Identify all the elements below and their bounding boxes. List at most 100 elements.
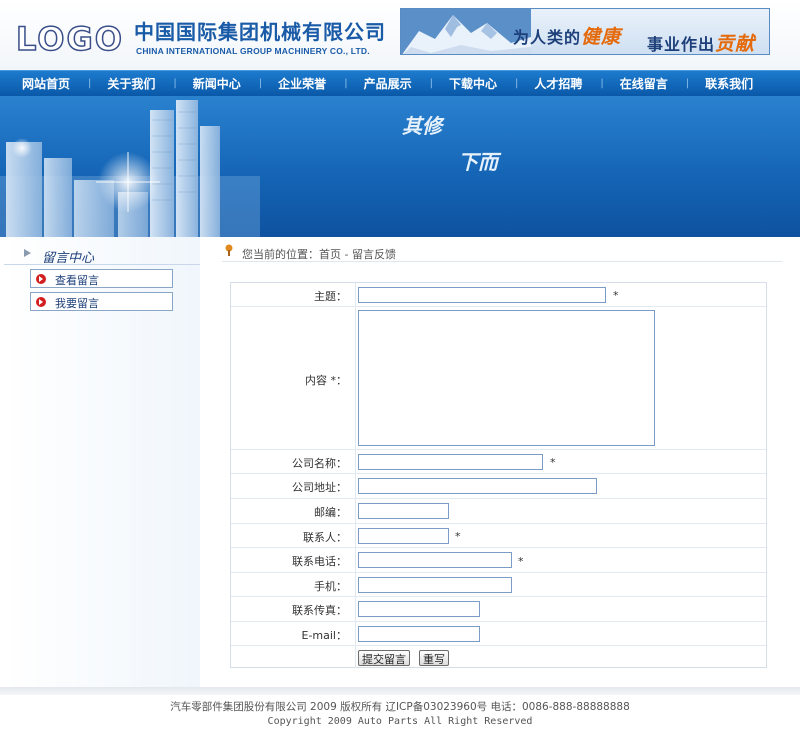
nav-news[interactable]: 新闻中心: [193, 75, 241, 92]
nav-honors[interactable]: 企业荣誉: [278, 75, 326, 92]
form-row-mobile: 手机：: [231, 573, 766, 597]
label-cell: [231, 646, 356, 668]
label-cell: 公司名称：: [231, 450, 356, 473]
nav-separator: |: [88, 78, 92, 89]
banner-slogan-2b: 贡献: [715, 33, 756, 55]
red-arrow-bullet-icon: [36, 297, 46, 307]
form-row-company: 公司名称： *: [231, 450, 766, 474]
breadcrumb-text: 您当前的位置：首页 - 留言反馈: [242, 248, 396, 261]
nav-separator: |: [600, 78, 604, 89]
mountain-image: [401, 9, 531, 54]
label-cell: 邮编：: [231, 499, 356, 523]
nav-products[interactable]: 产品展示: [364, 75, 412, 92]
sidebar-item-label: 查看留言: [55, 274, 99, 287]
header-banner: 为人类的健康 事业作出贡献: [400, 8, 770, 55]
required-mark: *: [613, 289, 619, 302]
subject-label: 主题：: [314, 290, 347, 303]
content-label: 内容 *：: [305, 374, 347, 387]
address-label: 公司地址：: [292, 481, 347, 494]
city-skyline-image: [0, 100, 260, 237]
sidebar-header: 留言中心: [4, 243, 200, 266]
reset-button[interactable]: 重写: [419, 650, 449, 666]
label-cell: 手机：: [231, 573, 356, 596]
sidebar-item-label: 我要留言: [55, 297, 99, 310]
nav-jobs[interactable]: 人才招聘: [534, 75, 582, 92]
hero-calligraphy-1: 其修: [402, 114, 442, 138]
hero-calligraphy-2: 下而: [458, 150, 498, 174]
site-logo[interactable]: LOGO: [14, 19, 122, 59]
sidebar: 留言中心 查看留言 我要留言: [4, 237, 200, 687]
subject-input[interactable]: [358, 287, 606, 303]
nav-separator: |: [685, 78, 690, 89]
submit-button[interactable]: 提交留言: [358, 650, 410, 666]
footer-copyright-en: Copyright 2009 Auto Parts All Right Rese…: [267, 716, 533, 727]
mobile-label: 手机：: [314, 580, 347, 593]
contact-input[interactable]: [358, 528, 449, 544]
location-pin-icon: [225, 244, 233, 256]
label-cell: 公司地址：: [231, 474, 356, 498]
form-row-zip: 邮编：: [231, 499, 766, 524]
company-name-cn: 中国国际集团机械有限公司: [134, 20, 386, 44]
banner-slogan-1a: 为人类的: [513, 28, 582, 47]
nav-about[interactable]: 关于我们: [107, 75, 155, 92]
required-mark: *: [550, 456, 556, 469]
fax-label: 联系传真：: [292, 604, 347, 617]
form-row-contact: 联系人： *: [231, 524, 766, 548]
form-row-buttons: 提交留言 重写: [231, 646, 766, 668]
label-cell: 主题：: [231, 283, 356, 306]
footer-divider: [0, 687, 800, 695]
contact-label: 联系人：: [303, 531, 347, 544]
fax-input[interactable]: [358, 601, 480, 617]
banner-slogan-2a: 事业作出: [647, 35, 716, 54]
label-cell: 联系电话：: [231, 548, 356, 572]
sidebar-item-view-messages[interactable]: 查看留言: [30, 269, 173, 288]
form-row-fax: 联系传真：: [231, 597, 766, 622]
phone-input[interactable]: [358, 552, 512, 568]
breadcrumb: 您当前的位置：首页 - 留言反馈: [222, 242, 782, 262]
nav-separator: |: [258, 78, 263, 89]
nav-separator: |: [429, 78, 433, 89]
address-input[interactable]: [358, 478, 597, 494]
required-mark: *: [455, 530, 461, 543]
sidebar-title: 留言中心: [42, 251, 95, 266]
company-input[interactable]: [358, 454, 543, 470]
label-cell: 联系人：: [231, 524, 356, 547]
email-label: E-mail：: [301, 629, 348, 642]
company-name-en: CHINA INTERNATIONAL GROUP MACHINERY CO.,…: [136, 46, 370, 56]
footer-copyright-cn: 汽车零部件集团股份有限公司 2009 版权所有 辽ICP备03023960号 电…: [170, 701, 630, 713]
nav-separator: |: [344, 78, 348, 89]
label-cell: 联系传真：: [231, 597, 356, 621]
nav-downloads[interactable]: 下载中心: [449, 75, 497, 92]
banner-slogan-2: 事业作出贡献: [647, 29, 756, 55]
nav-separator: |: [173, 78, 177, 89]
content-textarea[interactable]: [358, 310, 655, 446]
sidebar-item-leave-message[interactable]: 我要留言: [30, 292, 173, 311]
form-row-phone: 联系电话： *: [231, 548, 766, 573]
phone-label: 联系电话：: [292, 555, 347, 568]
nav-separator: |: [514, 78, 519, 89]
required-mark: *: [518, 555, 524, 568]
nav-guestbook[interactable]: 在线留言: [620, 75, 668, 92]
form-row-subject: 主题： *: [231, 283, 766, 307]
banner-slogan-1b: 健康: [581, 26, 622, 48]
site-header: LOGO 中国国际集团机械有限公司 CHINA INTERNATIONAL GR…: [0, 0, 800, 70]
nav-contact[interactable]: 联系我们: [705, 75, 753, 92]
form-row-email: E-mail：: [231, 622, 766, 646]
label-cell: E-mail：: [231, 622, 356, 645]
mobile-input[interactable]: [358, 577, 512, 593]
triangle-right-icon: [24, 249, 31, 257]
zip-label: 邮编：: [314, 506, 347, 519]
message-form: 主题： * 内容 *： 公司名称： * 公司地址： 邮编： 联系人： * 联系电…: [230, 282, 767, 668]
email-input[interactable]: [358, 626, 480, 642]
logo-text: LOGO: [16, 20, 122, 56]
red-arrow-bullet-icon: [36, 274, 46, 284]
hero-banner: 其修 下而: [0, 96, 800, 237]
zip-input[interactable]: [358, 503, 449, 519]
company-label: 公司名称：: [292, 457, 347, 470]
banner-slogan-1: 为人类的健康: [513, 22, 621, 49]
form-row-address: 公司地址：: [231, 474, 766, 499]
main-nav: 网站首页 | 关于我们 | 新闻中心 | 企业荣誉 | 产品展示 | 下载中心 …: [0, 70, 800, 96]
nav-home[interactable]: 网站首页: [22, 75, 70, 92]
logo-graphic: LOGO: [15, 19, 122, 59]
label-cell: 内容 *：: [231, 307, 356, 449]
